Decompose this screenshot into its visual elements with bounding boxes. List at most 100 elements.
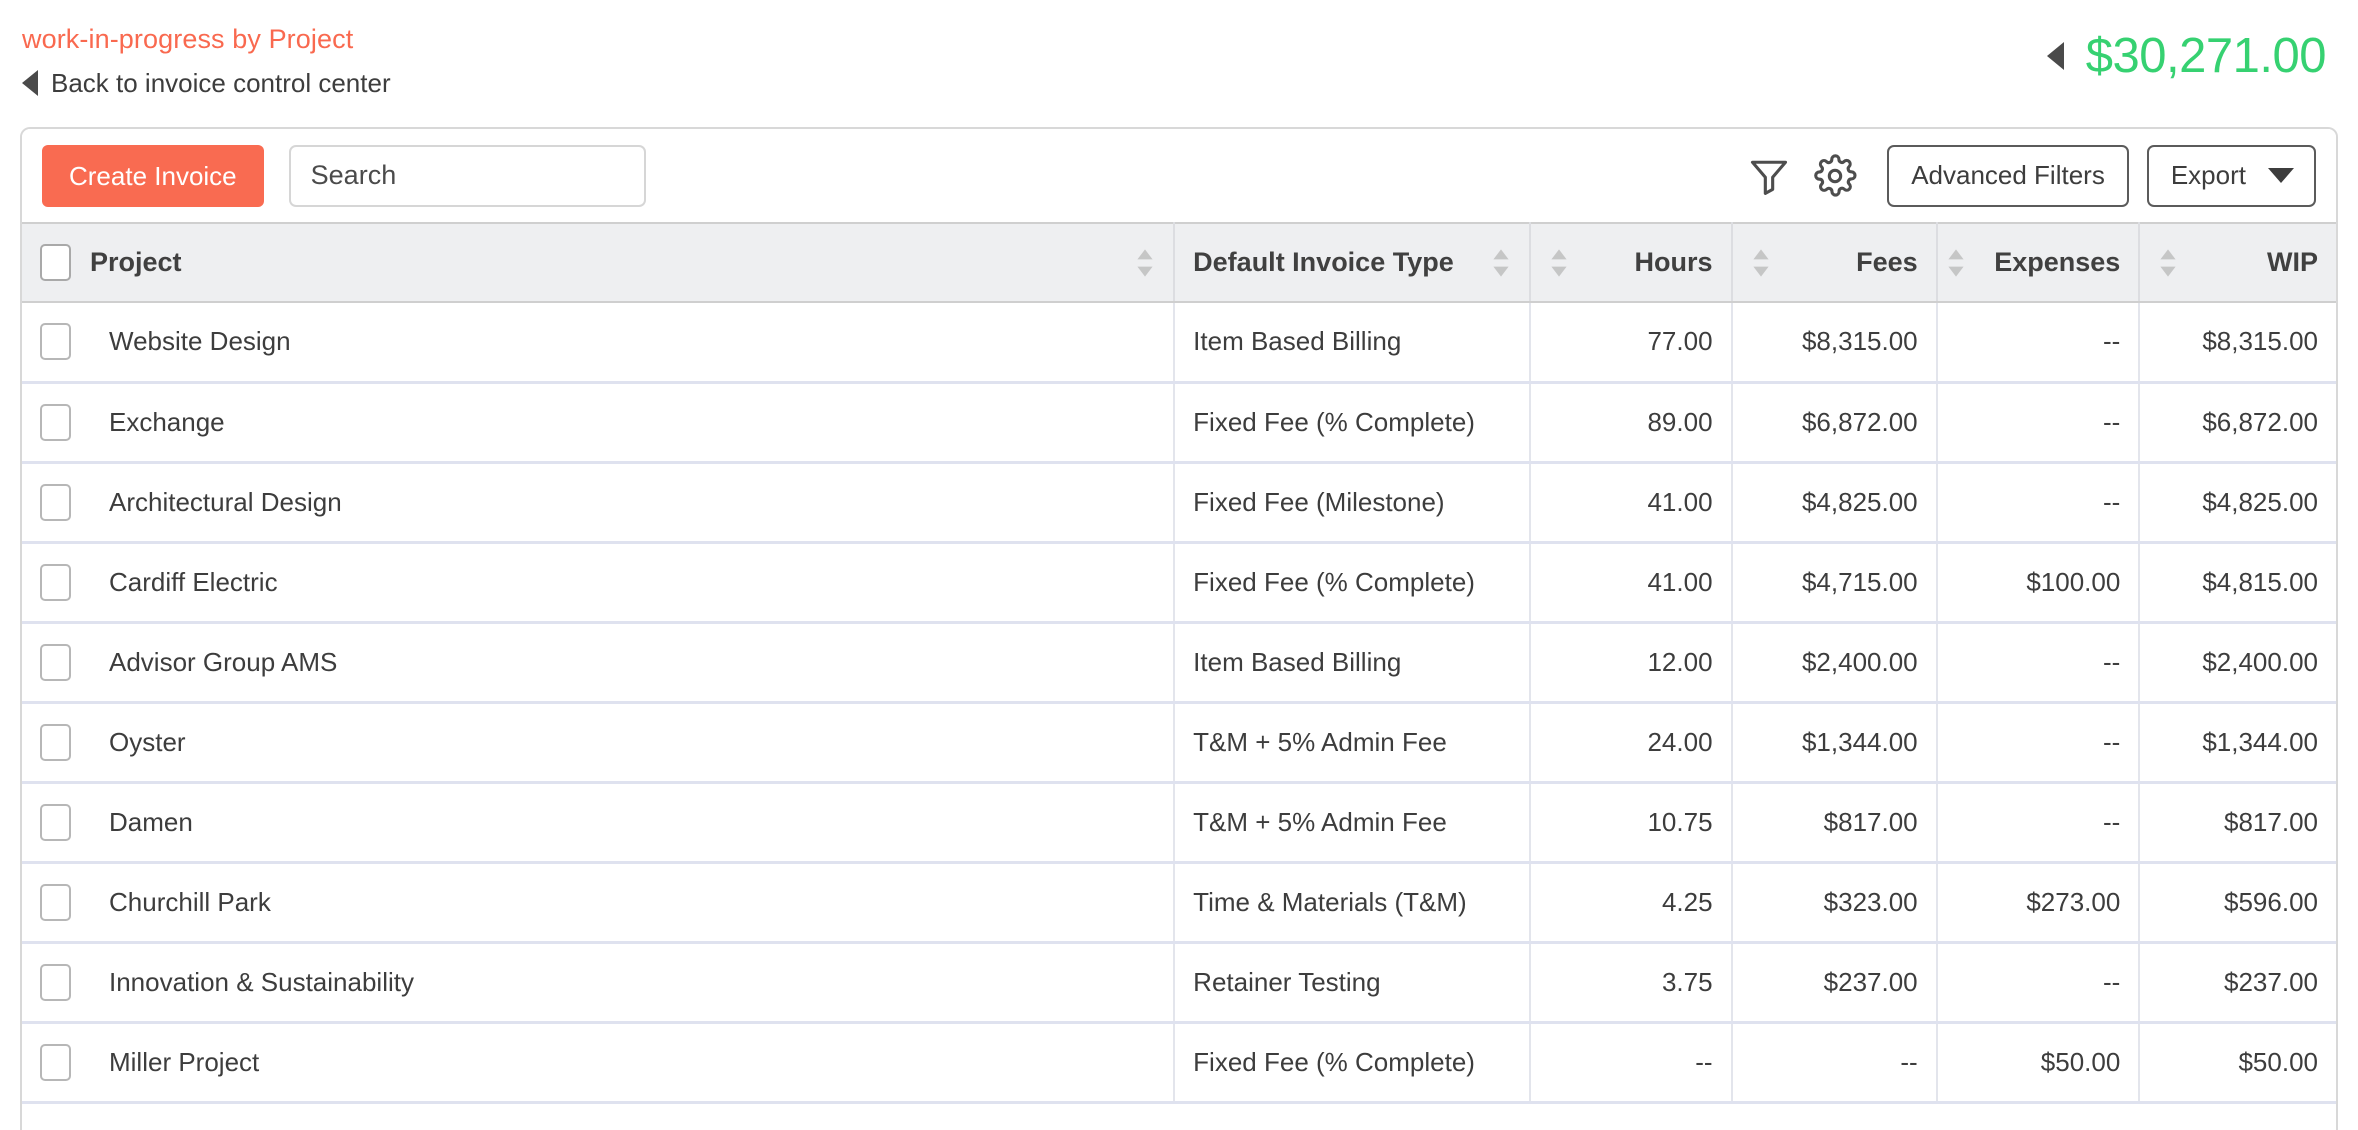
cell-fees[interactable]: $6,872.00 [1731, 382, 1938, 464]
table-row[interactable]: Churchill Park Time & Materials (T&M) 4.25… [22, 862, 2336, 944]
row-checkbox[interactable] [40, 403, 71, 441]
export-button[interactable]: Export [2146, 144, 2316, 207]
cell-wip[interactable]: $817.00 [2139, 782, 2336, 864]
column-header-wip[interactable]: WIP [2139, 222, 2336, 303]
search-field-wrapper [288, 144, 646, 207]
cell-expenses[interactable]: $100.00 [1936, 542, 2141, 624]
column-header-project[interactable]: Project [22, 222, 1176, 303]
row-checkbox[interactable] [40, 563, 71, 601]
cell-fees[interactable]: $4,825.00 [1731, 462, 1938, 544]
sort-toggle-icon[interactable] [1549, 243, 1569, 283]
table-row[interactable]: Oyster T&M + 5% Admin Fee 24.00 $1,344.00 --… [22, 702, 2336, 784]
row-checkbox[interactable] [40, 483, 71, 521]
table-row[interactable]: Cardiff Electric Fixed Fee (% Complete) 41… [22, 542, 2336, 624]
cell-fees[interactable]: $817.00 [1731, 782, 1938, 864]
total-wip-amount: $30,271.00 [2085, 29, 2327, 83]
column-header-hours-label: Hours [1634, 247, 1713, 277]
cell-expenses[interactable]: -- [1936, 302, 2141, 384]
cell-default-invoice-type: T&M + 5% Admin Fee [1174, 702, 1532, 784]
cell-project: Advisor Group AMS [22, 622, 1176, 704]
cell-fees[interactable]: $237.00 [1731, 942, 1938, 1024]
cell-wip[interactable]: $6,872.00 [2139, 382, 2336, 464]
create-invoice-button[interactable]: Create Invoice [42, 144, 264, 207]
cell-fees[interactable]: $1,344.00 [1731, 702, 1938, 784]
cell-fees[interactable]: $8,315.00 [1731, 302, 1938, 384]
table-row[interactable]: Exchange Fixed Fee (% Complete) 89.00 $6,87… [22, 382, 2336, 464]
cell-default-invoice-type: Retainer Testing [1174, 942, 1532, 1024]
cell-wip[interactable]: $596.00 [2139, 862, 2336, 944]
sort-toggle-icon[interactable] [1135, 243, 1155, 283]
cell-project-label: Oyster [109, 726, 186, 757]
row-checkbox[interactable] [40, 1043, 71, 1081]
back-to-invoice-control-center-link[interactable]: Back to invoice control center [22, 68, 391, 98]
cell-fees[interactable]: $2,400.00 [1731, 622, 1938, 704]
gear-icon [1814, 153, 1857, 197]
cell-wip[interactable]: $8,315.00 [2139, 302, 2336, 384]
column-header-expenses-label: Expenses [1994, 247, 2121, 277]
cell-fees[interactable]: $323.00 [1731, 862, 1938, 944]
row-checkbox[interactable] [40, 803, 71, 841]
settings-button[interactable] [1791, 153, 1857, 198]
table-row[interactable]: Miller Project Fixed Fee (% Complete) -- --… [22, 1022, 2336, 1104]
cell-project-label: Architectural Design [109, 486, 342, 517]
filter-button[interactable] [1747, 154, 1791, 198]
total-collapse-caret-icon[interactable] [2046, 42, 2064, 70]
cell-default-invoice-type: Fixed Fee (Milestone) [1174, 462, 1532, 544]
sort-toggle-icon[interactable] [1751, 243, 1771, 283]
table-row[interactable]: Innovation & Sustainability Retainer Test… [22, 942, 2336, 1024]
column-header-default-invoice-type[interactable]: Default Invoice Type [1174, 222, 1532, 303]
cell-wip[interactable]: $1,344.00 [2139, 702, 2336, 784]
column-header-expenses[interactable]: Expenses [1936, 222, 2141, 303]
sort-toggle-icon[interactable] [1491, 243, 1511, 283]
column-header-hours[interactable]: Hours [1530, 222, 1733, 303]
cell-hours: 3.75 [1530, 942, 1733, 1024]
advanced-filters-button[interactable]: Advanced Filters [1887, 144, 2129, 207]
cell-project: Damen [22, 782, 1176, 864]
row-checkbox[interactable] [40, 723, 71, 761]
cell-wip[interactable]: $4,825.00 [2139, 462, 2336, 544]
cell-expenses[interactable]: -- [1936, 782, 2141, 864]
row-checkbox[interactable] [40, 883, 71, 921]
cell-default-invoice-type: Item Based Billing [1174, 302, 1532, 384]
column-header-fees[interactable]: Fees [1731, 222, 1938, 303]
row-checkbox[interactable] [40, 643, 71, 681]
cell-expenses[interactable]: -- [1936, 622, 2141, 704]
table-header: Project Default Invoice Type Hours Fees … [22, 222, 2336, 303]
sort-toggle-icon[interactable] [2158, 243, 2178, 283]
table-row[interactable]: Website Design Item Based Billing 77.00 $8,… [22, 302, 2336, 384]
cell-wip[interactable]: $4,815.00 [2139, 542, 2336, 624]
cell-project-label: Innovation & Sustainability [109, 966, 414, 997]
select-all-checkbox[interactable] [40, 244, 71, 281]
cell-expenses[interactable]: -- [1936, 462, 2141, 544]
cell-fees[interactable]: $4,715.00 [1731, 542, 1938, 624]
back-link-label: Back to invoice control center [51, 68, 391, 98]
column-header-fees-label: Fees [1856, 247, 1918, 277]
cell-wip[interactable]: $50.00 [2139, 1022, 2336, 1104]
table-body: Website Design Item Based Billing 77.00 $8,… [22, 302, 2336, 1104]
table-row[interactable]: Advisor Group AMS Item Based Billing 12.00… [22, 622, 2336, 704]
back-caret-icon [22, 70, 38, 96]
wip-table-card: Create Invoice Advanced Filters [20, 127, 2338, 1130]
cell-project-label: Damen [109, 806, 193, 837]
search-input[interactable] [288, 144, 646, 207]
cell-expenses[interactable]: -- [1936, 702, 2141, 784]
row-checkbox[interactable] [40, 963, 71, 1001]
cell-default-invoice-type: Fixed Fee (% Complete) [1174, 542, 1532, 624]
cell-expenses[interactable]: $273.00 [1936, 862, 2141, 944]
cell-fees[interactable]: -- [1731, 1022, 1938, 1104]
cell-expenses[interactable]: -- [1936, 382, 2141, 464]
row-checkbox[interactable] [40, 323, 71, 361]
page-title: work-in-progress by Project [22, 24, 354, 54]
cell-expenses[interactable]: $50.00 [1936, 1022, 2141, 1104]
cell-default-invoice-type: Item Based Billing [1174, 622, 1532, 704]
cell-wip[interactable]: $237.00 [2139, 942, 2336, 1024]
cell-project-label: Cardiff Electric [109, 566, 278, 597]
table-row[interactable]: Architectural Design Fixed Fee (Milestone… [22, 462, 2336, 544]
chevron-down-icon [2268, 168, 2294, 183]
cell-expenses[interactable]: -- [1936, 942, 2141, 1024]
sort-toggle-icon[interactable] [1946, 243, 1966, 283]
cell-project-label: Advisor Group AMS [109, 646, 338, 677]
cell-wip[interactable]: $2,400.00 [2139, 622, 2336, 704]
table-row[interactable]: Damen T&M + 5% Admin Fee 10.75 $817.00 -- $81… [22, 782, 2336, 864]
column-header-wip-label: WIP [2267, 247, 2318, 277]
